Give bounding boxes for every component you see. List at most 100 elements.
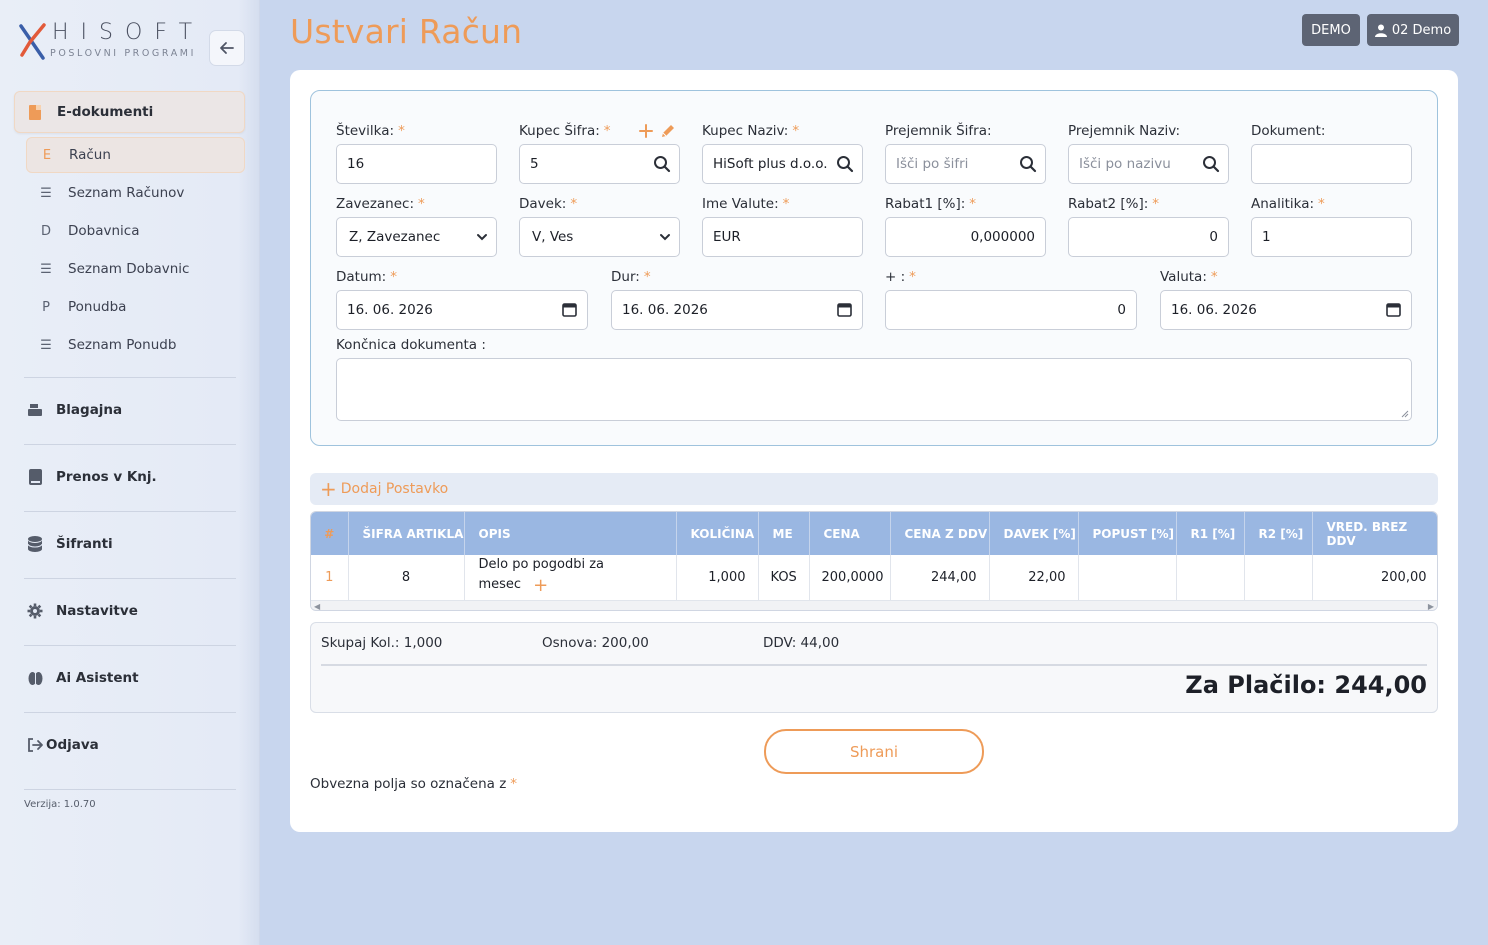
scroll-right-icon[interactable]: ▶ — [1428, 602, 1434, 610]
nav-group-e-dokumenti[interactable]: E-dokumenti — [14, 91, 245, 133]
add-description-icon[interactable]: + — [533, 575, 548, 596]
total-quantity: Skupaj Kol.: 1,000 — [321, 635, 443, 651]
cell-davek[interactable]: 22,00 — [989, 555, 1079, 602]
stevilka-input[interactable]: 16 — [336, 144, 497, 184]
user-menu-button[interactable]: 02 Demo — [1367, 14, 1459, 46]
dokument-input[interactable] — [1251, 144, 1412, 184]
input-placeholder: Išči po šifri — [896, 156, 969, 172]
col-header-cena[interactable]: CENA — [809, 512, 891, 555]
divider — [24, 444, 236, 445]
sidebar-item-odjava[interactable]: Odjava — [26, 730, 245, 760]
list-icon: ☰ — [40, 185, 52, 201]
kupec-sifra-input[interactable]: 5 — [519, 144, 680, 184]
col-header-opis[interactable]: OPIS — [464, 512, 677, 555]
save-button[interactable]: Shrani — [764, 729, 984, 774]
sidebar-item-racun[interactable]: E Račun — [26, 137, 245, 173]
sidebar-item-nastavitve[interactable]: Nastavitve — [26, 596, 245, 626]
col-header-r1[interactable]: R1 [%] — [1176, 512, 1245, 555]
koncnica-textarea[interactable] — [336, 358, 1412, 421]
sidebar-item-seznam-racunov[interactable]: ☰ Seznam Računov — [26, 175, 245, 211]
col-header-me[interactable]: ME — [758, 512, 810, 555]
demo-badge[interactable]: DEMO — [1302, 14, 1360, 46]
ime-valute-input[interactable]: EUR — [702, 217, 863, 257]
required-mark: * — [909, 269, 916, 285]
valuta-date-input[interactable]: 16. 06. 2026 — [1160, 290, 1412, 330]
table-header-row: # ŠIFRA ARTIKLA OPIS KOLIČINA ME CENA CE… — [311, 512, 1437, 555]
col-header-r2[interactable]: R2 [%] — [1244, 512, 1313, 555]
cell-cena[interactable]: 200,0000 — [809, 555, 891, 602]
cell-index: 1 — [311, 555, 349, 602]
dokument-label: Dokument: — [1251, 123, 1326, 139]
rabat2-input[interactable]: 0 — [1068, 217, 1229, 257]
logout-icon — [26, 737, 44, 753]
search-icon[interactable] — [836, 155, 854, 173]
calendar-icon[interactable] — [1386, 302, 1401, 317]
prejemnik-naziv-input[interactable]: Išči po nazivu — [1068, 144, 1229, 184]
calendar-icon[interactable] — [837, 302, 852, 317]
col-header-davek[interactable]: DAVEK [%] — [989, 512, 1079, 555]
calendar-icon[interactable] — [562, 302, 577, 317]
collapse-sidebar-button[interactable] — [209, 30, 245, 66]
cell-opis[interactable]: Delo po pogodbi za mesec + — [464, 555, 677, 602]
cell-me[interactable]: KOS — [758, 555, 810, 602]
add-item-button[interactable]: + Dodaj Postavko — [310, 473, 1438, 505]
invoice-card: Številka: * 16 Kupec Šifra: * 5 Kupec Nazi… — [290, 70, 1458, 832]
cell-kolicina[interactable]: 1,000 — [676, 555, 759, 602]
zavezanec-label: Zavezanec: * — [336, 196, 425, 212]
cell-vred-brez-ddv[interactable]: 200,00 — [1312, 555, 1437, 602]
sidebar-item-ai-asistent[interactable]: Ai Asistent — [26, 663, 245, 693]
required-mark: * — [418, 196, 425, 212]
add-customer-icon[interactable] — [639, 124, 653, 138]
cell-r1[interactable] — [1176, 555, 1245, 602]
search-icon[interactable] — [1202, 155, 1220, 173]
analitika-input[interactable]: 1 — [1251, 217, 1412, 257]
label-text: Analitika: — [1251, 196, 1315, 212]
search-icon[interactable] — [1019, 155, 1037, 173]
zavezanec-select[interactable]: Z, Zavezanec — [336, 217, 497, 257]
sidebar-item-label: Seznam Dobavnic — [68, 261, 190, 277]
label-text: Kupec Naziv: — [702, 123, 789, 139]
kupec-naziv-input[interactable]: HiSoft plus d.o.o. — [702, 144, 863, 184]
input-value: 16. 06. 2026 — [1171, 302, 1257, 318]
table-row[interactable]: 1 8 Delo po pogodbi za mesec + 1,000 KOS … — [311, 555, 1437, 602]
sidebar-item-ponudba[interactable]: P Ponudba — [26, 289, 245, 325]
edit-customer-icon[interactable] — [660, 123, 676, 139]
sidebar-item-seznam-dobavnic[interactable]: ☰ Seznam Dobavnic — [26, 251, 245, 287]
resize-handle-icon[interactable] — [1401, 410, 1409, 418]
scroll-left-icon[interactable]: ◀ — [314, 602, 320, 610]
dur-date-input[interactable]: 16. 06. 2026 — [611, 290, 863, 330]
divider — [321, 664, 1427, 666]
cell-popust[interactable] — [1078, 555, 1177, 602]
col-header-vred-brez-ddv[interactable]: VRED. BREZ DDV — [1312, 512, 1437, 555]
cell-sifra[interactable]: 8 — [348, 555, 465, 602]
sidebar-item-label: Ai Asistent — [56, 670, 139, 686]
col-header-kolicina[interactable]: KOLIČINA — [676, 512, 759, 555]
sidebar-item-prenos[interactable]: Prenos v Knj. — [26, 462, 245, 492]
sidebar-item-sifranti[interactable]: Šifranti — [26, 529, 245, 559]
cell-cena-z-ddv[interactable]: 244,00 — [890, 555, 990, 602]
prejemnik-sifra-input[interactable]: Išči po šifri — [885, 144, 1046, 184]
search-icon[interactable] — [653, 155, 671, 173]
rabat1-input[interactable]: 0,000000 — [885, 217, 1046, 257]
table-horizontal-scrollbar[interactable]: ◀ ▶ — [311, 600, 1437, 610]
hisoft-logo[interactable]: HISOFT POSLOVNI PROGRAMI — [18, 20, 198, 64]
input-value: 0 — [1117, 302, 1126, 318]
dur-label: Dur: * — [611, 269, 651, 285]
label-text: Zavezanec: — [336, 196, 415, 212]
sidebar-item-blagajna[interactable]: Blagajna — [26, 395, 245, 425]
datum-date-input[interactable]: 16. 06. 2026 — [336, 290, 588, 330]
plus-input[interactable]: 0 — [885, 290, 1137, 330]
davek-select[interactable]: V, Ves — [519, 217, 680, 257]
col-header-popust[interactable]: POPUST [%] — [1078, 512, 1177, 555]
datum-label: Datum: * — [336, 269, 397, 285]
chevron-down-icon — [660, 234, 670, 241]
col-header-cena-z-ddv[interactable]: CENA Z DDV — [890, 512, 990, 555]
input-value: EUR — [713, 229, 741, 245]
col-header-sifra[interactable]: ŠIFRA ARTIKLA — [348, 512, 465, 555]
logo-mark-icon — [19, 23, 46, 60]
sidebar-item-seznam-ponudb[interactable]: ☰ Seznam Ponudb — [26, 327, 245, 363]
sidebar-item-dobavnica[interactable]: D Dobavnica — [26, 213, 245, 249]
col-header-index[interactable]: # — [311, 512, 349, 555]
cell-r2[interactable] — [1244, 555, 1313, 602]
kupec-naziv-label: Kupec Naziv: * — [702, 123, 799, 139]
